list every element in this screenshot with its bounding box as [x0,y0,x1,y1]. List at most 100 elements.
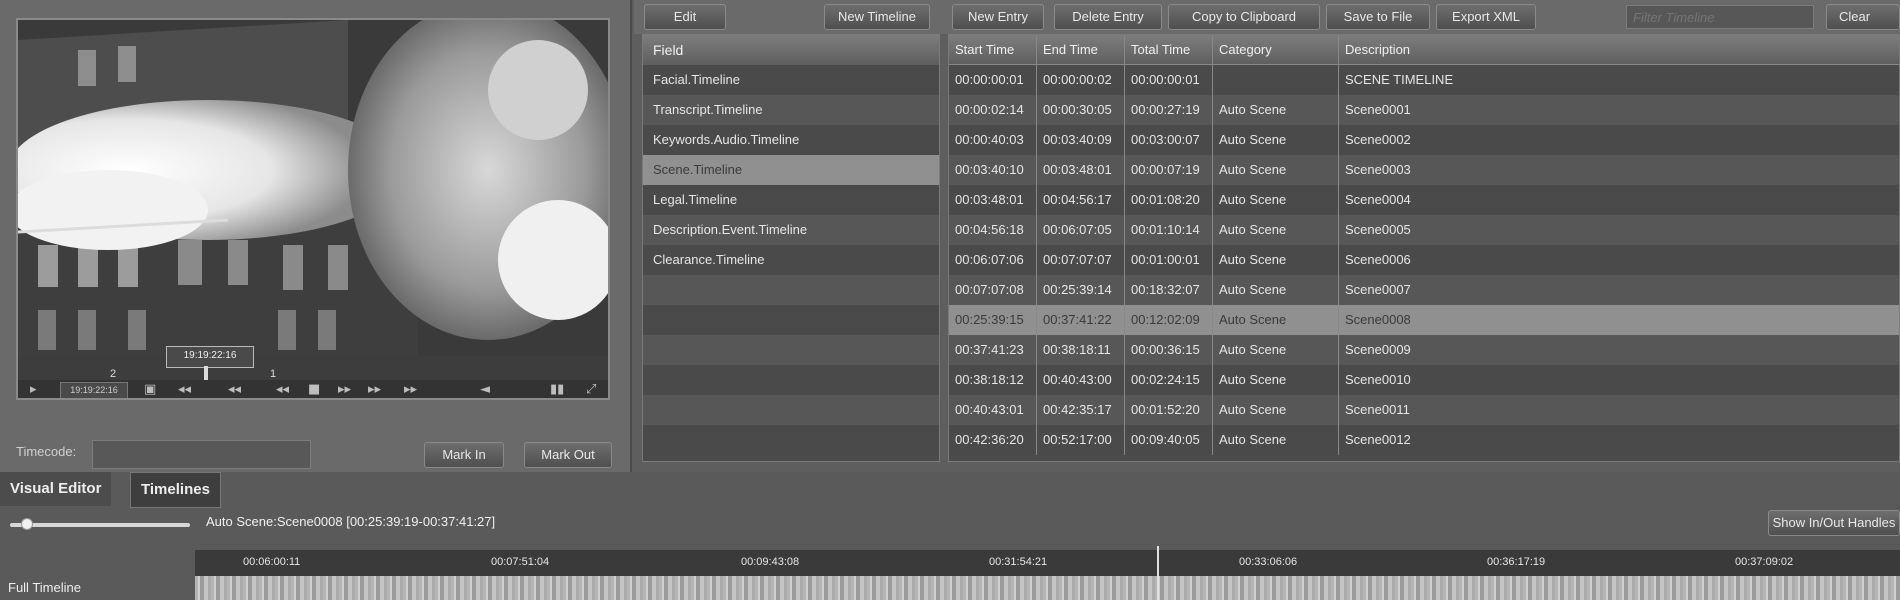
end-time-cell: 00:00:00:02 [1037,65,1125,95]
description-cell: Scene0005 [1339,215,1899,245]
save-to-file-button[interactable]: Save to File [1326,4,1430,30]
rewind-icon[interactable]: ◂◂ [178,382,191,397]
timeline-ruler[interactable]: 00:06:00:11 00:07:51:04 00:09:43:08 00:3… [195,550,1900,576]
table-row[interactable]: 00:37:41:23 00:38:18:11 00:00:36:15 Auto Sc… [949,335,1899,365]
zoom-slider-knob[interactable] [21,518,33,530]
timecode-input[interactable] [92,440,311,469]
category-cell: Auto Scene [1213,335,1339,365]
stop-icon[interactable]: ■ [308,382,320,397]
field-list-item[interactable]: Clearance.Timeline [643,245,939,275]
total-time-cell: 00:00:00:01 [1125,65,1213,95]
column-header-end-time[interactable]: End Time [1037,35,1125,65]
table-row[interactable]: 00:00:40:03 00:03:40:09 00:03:00:07 Auto Sc… [949,125,1899,155]
field-list-item[interactable]: Keywords.Audio.Timeline [643,125,939,155]
table-row[interactable]: 00:00:00:01 00:00:00:02 00:00:00:01 SCENE T… [949,65,1899,95]
zoom-slider[interactable] [10,523,190,527]
tab-timelines[interactable]: Timelines [130,472,221,508]
fullscreen-icon[interactable]: ⤢ [586,382,596,397]
start-time-cell: 00:00:40:03 [949,125,1037,155]
table-row[interactable]: 00:00:02:14 00:00:30:05 00:00:27:19 Auto Sc… [949,95,1899,125]
table-row[interactable]: 00:40:43:01 00:42:35:17 00:01:52:20 Auto Sc… [949,395,1899,425]
show-in-out-handles-button[interactable]: Show In/Out Handles [1768,510,1900,536]
scrubber[interactable]: 19:19:22:16 2 1 [18,346,608,380]
tab-visual-editor[interactable]: Visual Editor [0,472,112,506]
end-time-cell: 00:00:30:05 [1037,95,1125,125]
column-header-category[interactable]: Category [1213,35,1339,65]
delete-entry-button[interactable]: Delete Entry [1054,4,1162,30]
edit-button[interactable]: Edit [644,4,726,30]
empty-list-row [643,395,939,425]
field-list-item[interactable]: Transcript.Timeline [643,95,939,125]
total-time-cell: 00:18:32:07 [1125,275,1213,305]
mark-in-button[interactable]: Mark In [424,442,504,468]
frame-icon[interactable]: ▣ [144,382,156,397]
table-row[interactable]: 00:07:07:08 00:25:39:14 00:18:32:07 Auto Sc… [949,275,1899,305]
table-row[interactable]: 00:25:39:15 00:37:41:22 00:12:02:09 Auto Sc… [949,305,1899,335]
start-time-cell: 00:25:39:15 [949,305,1037,335]
table-row[interactable]: 00:04:56:18 00:06:07:05 00:01:10:14 Auto Sc… [949,215,1899,245]
mark-out-button[interactable]: Mark Out [524,442,612,468]
video-frame: 19:19:22:16 2 1 ▸ 19:19:22:16 ▣ ◂◂ ◂◂ ◂◂… [16,18,610,400]
scrub-handle[interactable] [204,366,208,380]
field-list-item[interactable]: Scene.Timeline [643,155,939,185]
end-time-cell: 00:42:35:17 [1037,395,1125,425]
start-time-cell: 00:38:18:12 [949,365,1037,395]
start-time-cell: 00:03:48:01 [949,185,1037,215]
total-time-cell: 00:01:10:14 [1125,215,1213,245]
scrub-time-tooltip: 19:19:22:16 [166,346,254,368]
end-time-cell: 00:40:43:00 [1037,365,1125,395]
toolbar: Edit New Timeline New Entry Delete Entry… [634,0,1900,34]
table-row[interactable]: 00:03:40:10 00:03:48:01 00:00:07:19 Auto Sc… [949,155,1899,185]
start-time-cell: 00:03:40:10 [949,155,1037,185]
table-row[interactable]: 00:38:18:12 00:40:43:00 00:02:24:15 Auto Sc… [949,365,1899,395]
column-header-start-time[interactable]: Start Time [949,35,1037,65]
volume-icon[interactable]: ▮▮ [550,382,564,397]
field-list-item[interactable]: Description.Event.Timeline [643,215,939,245]
full-timeline-track[interactable] [195,576,1900,600]
mute-icon[interactable]: ◄ [480,382,490,397]
play-icon[interactable]: ▸ [30,382,37,397]
table-row[interactable]: 00:03:48:01 00:04:56:17 00:01:08:20 Auto Sc… [949,185,1899,215]
end-time-cell: 00:52:17:00 [1037,425,1125,455]
table-row[interactable]: 00:42:36:20 00:52:17:00 00:09:40:05 Auto Sc… [949,425,1899,455]
total-time-cell: 00:01:00:01 [1125,245,1213,275]
copy-to-clipboard-button[interactable]: Copy to Clipboard [1168,4,1320,30]
description-cell: Scene0010 [1339,365,1899,395]
new-timeline-button[interactable]: New Timeline [824,4,930,30]
filter-timeline-input[interactable] [1626,5,1814,29]
column-header-description[interactable]: Description [1339,35,1899,65]
ruler-label: 00:31:54:21 [989,556,1048,568]
category-cell: Auto Scene [1213,215,1339,245]
export-xml-button[interactable]: Export XML [1436,4,1536,30]
end-time-cell: 00:07:07:07 [1037,245,1125,275]
step-back-icon[interactable]: ◂◂ [228,382,241,397]
description-cell: Scene0006 [1339,245,1899,275]
video-still-image [18,20,608,356]
column-header-total-time[interactable]: Total Time [1125,35,1213,65]
step-forward-icon[interactable]: ▸▸ [368,382,381,397]
ruler-label: 00:07:51:04 [491,556,550,568]
frame-back-icon[interactable]: ◂◂ [276,382,289,397]
playhead[interactable] [1157,546,1159,600]
description-cell: Scene0008 [1339,305,1899,335]
frame-forward-icon[interactable]: ▸▸ [338,382,351,397]
field-list-item[interactable]: Facial.Timeline [643,65,939,95]
description-cell: Scene0001 [1339,95,1899,125]
category-cell: Auto Scene [1213,395,1339,425]
start-time-cell: 00:40:43:01 [949,395,1037,425]
start-time-cell: 00:00:00:01 [949,65,1037,95]
total-time-cell: 00:03:00:07 [1125,125,1213,155]
ruler-label: 00:37:09:02 [1735,556,1794,568]
clear-button[interactable]: Clear [1826,4,1900,30]
table-row[interactable]: 00:06:07:06 00:07:07:07 00:01:00:01 Auto Sc… [949,245,1899,275]
fast-forward-icon[interactable]: ▸▸ [404,382,417,397]
timecode-label: Timecode: [16,444,77,459]
total-time-cell: 00:01:08:20 [1125,185,1213,215]
category-cell: Auto Scene [1213,155,1339,185]
start-time-cell: 00:04:56:18 [949,215,1037,245]
new-entry-button[interactable]: New Entry [952,4,1044,30]
category-cell: Auto Scene [1213,125,1339,155]
description-cell: Scene0012 [1339,425,1899,455]
total-time-cell: 00:02:24:15 [1125,365,1213,395]
field-list-item[interactable]: Legal.Timeline [643,185,939,215]
